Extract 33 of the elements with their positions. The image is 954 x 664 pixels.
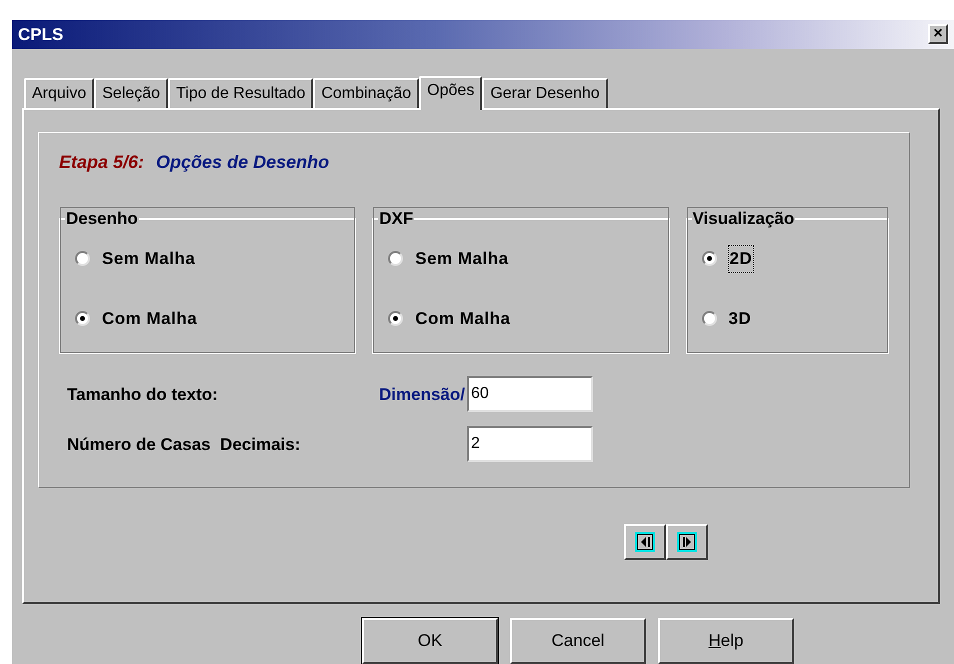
tab[interactable]: Gerar Desenho	[482, 78, 608, 108]
radio-button[interactable]	[702, 251, 716, 266]
previous-icon	[637, 534, 653, 550]
radio-button[interactable]	[702, 311, 716, 326]
tab[interactable]: Arquivo	[24, 78, 94, 108]
tab[interactable]: Tipo de Resultado	[168, 78, 314, 108]
next-button[interactable]	[666, 524, 708, 560]
step-label: Etapa 5/6:	[59, 151, 144, 174]
radio-button[interactable]	[75, 311, 90, 326]
radio-button[interactable]	[388, 251, 404, 266]
window-title: CPLS	[18, 24, 64, 46]
tab[interactable]: Opões	[419, 76, 482, 110]
close-button[interactable]: ×	[928, 24, 948, 44]
input-field[interactable]: 2	[467, 426, 593, 462]
radio-button[interactable]	[388, 311, 404, 326]
radio-label: Com Malha	[102, 308, 198, 330]
dialog-button[interactable]: Cancel	[510, 618, 646, 664]
step-title: Opções de Desenho	[156, 151, 330, 174]
radio-button[interactable]	[75, 251, 90, 266]
radio-label: Sem Malha	[102, 248, 196, 270]
unit-label: Dimensão/	[379, 384, 465, 406]
dialog-button[interactable]: OK	[362, 618, 498, 664]
next-icon	[679, 534, 695, 550]
input-field[interactable]: 60	[467, 376, 593, 412]
radio-label: 2D	[728, 246, 754, 272]
dialog-button[interactable]: Help	[658, 618, 794, 664]
field-label: Número de Casas Decimais:	[67, 434, 300, 456]
previous-button[interactable]	[624, 524, 666, 560]
radio-label: 3D	[728, 308, 752, 330]
field-label: Tamanho do texto:	[67, 384, 218, 406]
radio-label: Sem Malha	[415, 248, 509, 270]
tab[interactable]: Seleção	[94, 78, 168, 108]
radio-label: Com Malha	[415, 308, 510, 330]
